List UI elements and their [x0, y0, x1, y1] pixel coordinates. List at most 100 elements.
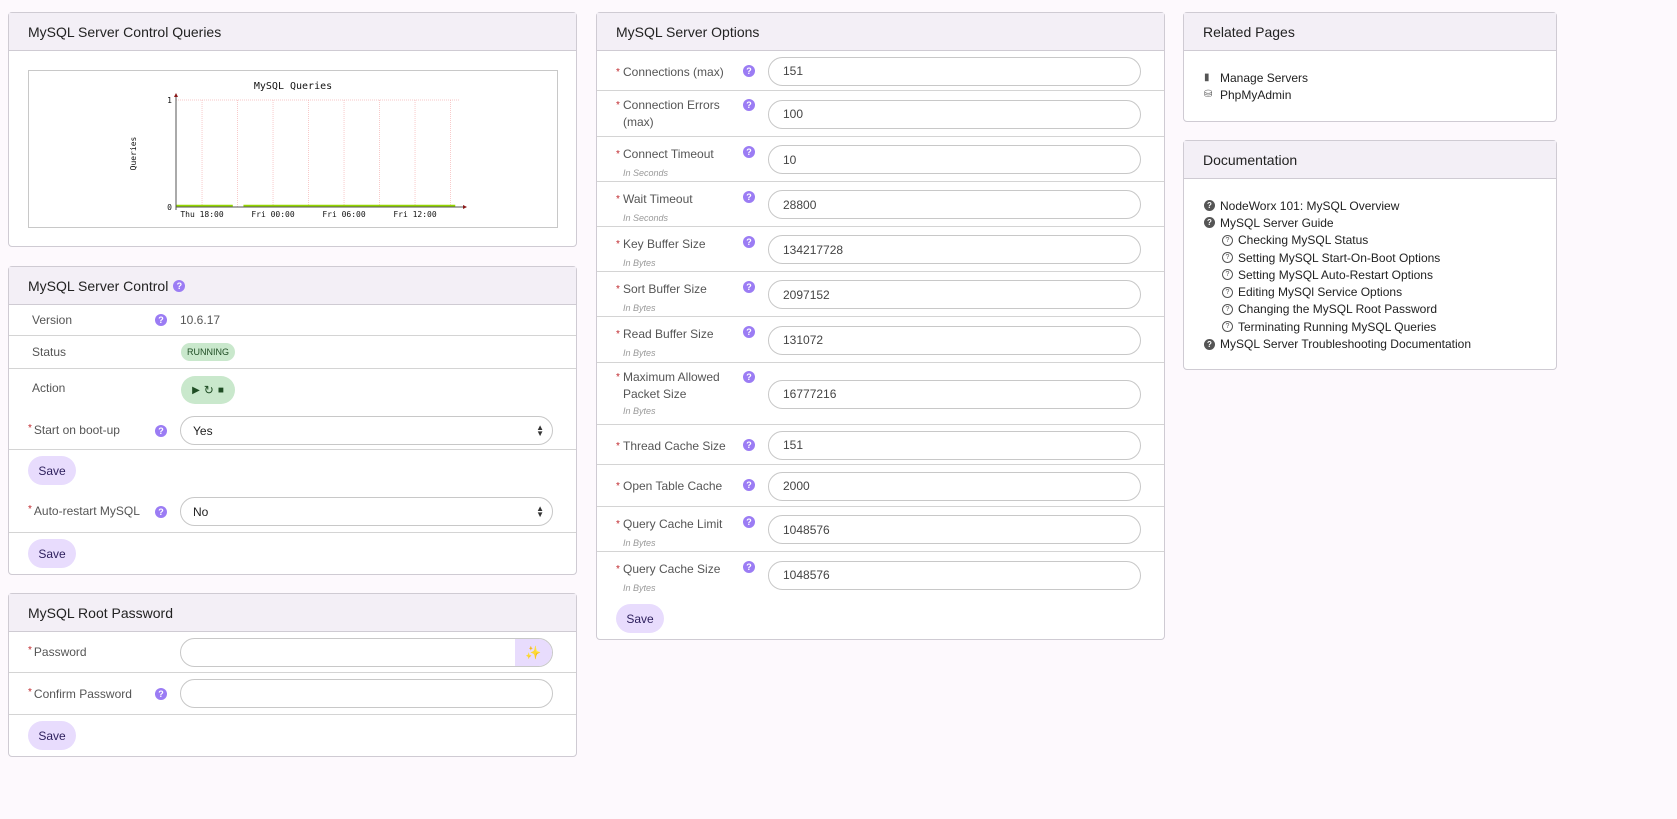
documentation-panel: Documentation ? NodeWorx 101: MySQL Overv… [1183, 140, 1557, 370]
x-tick-label: Thu 18:00 [180, 210, 224, 219]
option-input[interactable]: 151 [768, 430, 1141, 460]
help-icon[interactable]: ? [743, 146, 755, 158]
option-input[interactable]: 134217728 [768, 235, 1141, 264]
option-input[interactable]: 2000 [768, 471, 1141, 501]
link-label: Terminating Running MySQL Queries [1238, 319, 1437, 334]
help-icon[interactable]: ? [155, 687, 167, 700]
restart-label: * Auto-restart MySQL [28, 504, 140, 518]
doc-link[interactable]: ? Changing the MySQL Root Password [1204, 301, 1556, 318]
question-circle-outline-icon: ? [1222, 286, 1233, 298]
select-value: No [193, 504, 209, 519]
password-row: * Password ✨ [9, 632, 576, 673]
queries-panel: MySQL Server Control Queries MySQL Queri… [8, 12, 577, 247]
start-on-boot-select[interactable]: Yes ▲ ▼ [180, 416, 553, 445]
y-axis-arrow [174, 93, 178, 97]
option-row: * Read Buffer Size In Bytes ? 131072 [597, 317, 1164, 363]
doc-link[interactable]: ? MySQL Server Guide [1204, 214, 1556, 231]
version-value: 10.6.17 [180, 313, 221, 327]
help-icon[interactable]: ? [155, 425, 167, 437]
y-axis-label: Queries [129, 136, 138, 170]
password-input[interactable] [180, 638, 553, 667]
doc-link[interactable]: ? Editing MySQl Service Options [1204, 283, 1556, 300]
question-circle-icon: ? [1204, 200, 1215, 212]
restart-icon[interactable]: ↻ [204, 383, 214, 397]
option-label: * Key Buffer Size In Bytes [616, 236, 741, 272]
boot-label: * Start on boot-up [28, 423, 120, 437]
option-input[interactable]: 10 [768, 145, 1141, 174]
help-icon[interactable]: ? [743, 516, 755, 528]
option-row: * Connect Timeout In Seconds ? 10 [597, 137, 1164, 182]
action-label: Action [32, 381, 66, 395]
action-buttons: ▶ ↻ ■ [181, 376, 235, 404]
option-label: * Connect Timeout In Seconds [616, 146, 741, 182]
option-input[interactable]: 1048576 [768, 515, 1141, 544]
x-tick-label: Fri 00:00 [251, 210, 295, 219]
help-icon[interactable]: ? [743, 326, 755, 338]
option-label-text: Thread Cache Size [623, 439, 726, 453]
save-row: Save [597, 598, 1164, 640]
help-icon[interactable]: ? [155, 506, 167, 518]
chevron-updown-icon: ▲ ▼ [536, 422, 544, 438]
help-icon[interactable]: ? [743, 65, 755, 77]
help-icon[interactable]: ? [743, 191, 755, 203]
panel-title: MySQL Server Control [28, 277, 169, 294]
doc-link[interactable]: ? Terminating Running MySQL Queries [1204, 318, 1556, 335]
doc-link[interactable]: ? MySQL Server Troubleshooting Documentat… [1204, 335, 1556, 352]
option-hint: In Bytes [623, 258, 656, 268]
generate-password-wand-icon[interactable]: ✨ [515, 639, 552, 666]
link-label: MySQL Server Guide [1220, 215, 1334, 230]
help-icon[interactable]: ? [743, 281, 755, 293]
panel-title: Documentation [1184, 141, 1556, 179]
option-label-text: Query Cache Size [623, 562, 721, 576]
option-input[interactable]: 151 [768, 56, 1141, 86]
option-label: * Connections (max) [616, 64, 741, 81]
confirm-password-input[interactable] [180, 679, 553, 708]
option-input[interactable]: 28800 [768, 190, 1141, 219]
doc-link[interactable]: ? Setting MySQL Start-On-Boot Options [1204, 249, 1556, 266]
help-icon[interactable]: ? [743, 479, 755, 491]
help-icon[interactable]: ? [173, 279, 186, 292]
option-input[interactable]: 2097152 [768, 280, 1141, 309]
status-label: Status [32, 345, 67, 359]
save-options-button[interactable]: Save [616, 604, 664, 633]
related-link-manage-servers[interactable]: ▮ Manage Servers [1204, 69, 1556, 86]
doc-link[interactable]: ? NodeWorx 101: MySQL Overview [1204, 197, 1556, 214]
server-control-panel: MySQL Server Control? Version ? 10.6.17 … [8, 266, 577, 575]
help-icon[interactable]: ? [743, 236, 755, 248]
doc-link[interactable]: ? Setting MySQL Auto-Restart Options [1204, 266, 1556, 283]
help-icon[interactable]: ? [743, 439, 755, 451]
help-icon[interactable]: ? [743, 371, 755, 383]
save-restart-button[interactable]: Save [28, 539, 76, 568]
option-label-text: Connection Errors (max) [623, 98, 720, 129]
status-badge: RUNNING [181, 343, 235, 361]
database-search-icon: ⛁ [1204, 89, 1213, 101]
stop-icon[interactable]: ■ [218, 385, 224, 396]
option-label: * Open Table Cache [616, 478, 741, 495]
help-icon[interactable]: ? [155, 314, 167, 326]
option-row: * Wait Timeout In Seconds ? 28800 [597, 182, 1164, 227]
link-label: Setting MySQL Start-On-Boot Options [1238, 250, 1441, 265]
related-link-phpmyadmin[interactable]: ⛁ PhpMyAdmin [1204, 86, 1556, 103]
option-label: * Sort Buffer Size In Bytes [616, 281, 741, 317]
link-label: Editing MySQl Service Options [1238, 285, 1403, 300]
save-boot-button[interactable]: Save [28, 456, 76, 485]
save-password-button[interactable]: Save [28, 721, 76, 750]
help-icon[interactable]: ? [743, 99, 755, 111]
version-row: Version ? 10.6.17 [9, 305, 576, 336]
help-icon[interactable]: ? [743, 561, 755, 573]
link-label: Changing the MySQL Root Password [1238, 302, 1437, 317]
option-label-text: Open Table Cache [623, 479, 723, 493]
start-icon[interactable]: ▶ [192, 385, 200, 396]
option-label: * Maximum Allowed Packet Size In Bytes [616, 369, 741, 420]
option-input[interactable]: 16777216 [768, 379, 1141, 409]
option-input[interactable]: 131072 [768, 325, 1141, 355]
option-hint: In Bytes [623, 348, 656, 358]
option-input[interactable]: 1048576 [768, 560, 1141, 590]
password-label-text: Password [33, 645, 87, 659]
option-input[interactable]: 100 [768, 99, 1141, 129]
x-tick-label: Fri 12:00 [393, 210, 437, 219]
doc-link[interactable]: ? Checking MySQL Status [1204, 232, 1556, 249]
option-label: * Query Cache Size In Bytes [616, 561, 741, 597]
option-label-text: Wait Timeout [623, 192, 693, 206]
auto-restart-select[interactable]: No ▲ ▼ [180, 497, 553, 526]
